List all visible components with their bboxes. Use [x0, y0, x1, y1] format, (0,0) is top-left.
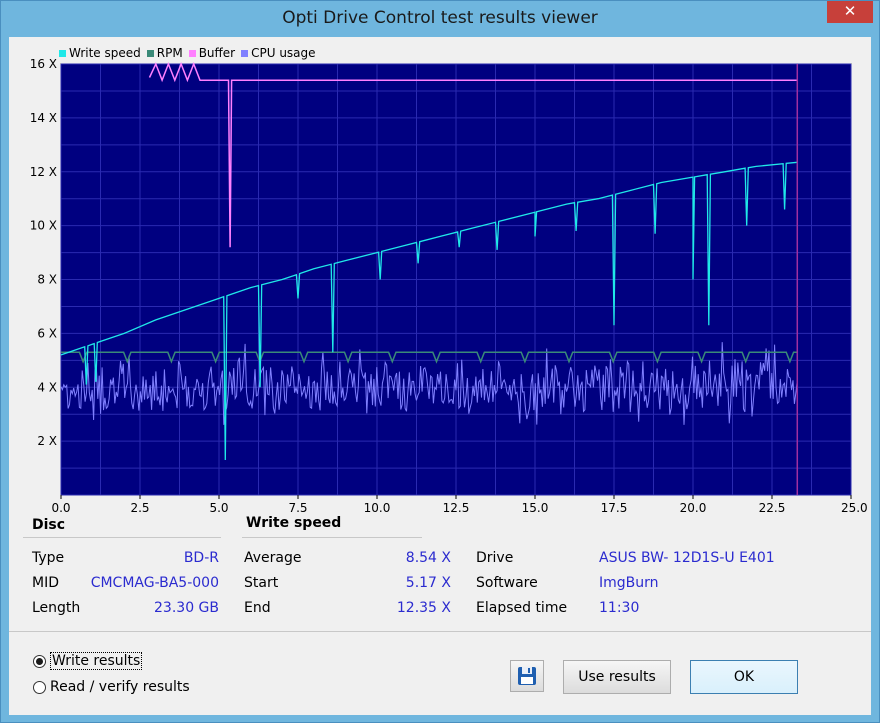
legend-label-cpu-usage: CPU usage [251, 46, 316, 60]
legend-swatch-buffer [188, 49, 196, 57]
close-button[interactable]: ✕ [827, 1, 873, 23]
x-tick-label: 5.0 [209, 501, 228, 515]
window-title: Opti Drive Control test results viewer [282, 8, 598, 28]
x-tick-label: 2.5 [130, 501, 149, 515]
y-tick-label: 8 X [37, 273, 57, 287]
drive-label: Drive [476, 550, 514, 566]
y-tick-label: 4 X [37, 380, 57, 394]
average-value: 8.54 X [405, 550, 451, 566]
legend-item-write-speed: Write speed [59, 46, 141, 60]
elapsed-time-label: Elapsed time [476, 600, 568, 616]
write-speed-divider [242, 537, 422, 538]
disc-type-value: BD-R [183, 550, 219, 566]
write-results-radio-dot[interactable] [33, 654, 46, 668]
software-value: ImgBurn [599, 575, 659, 591]
disc-length-value: 23.30 GB [154, 600, 219, 616]
save-button[interactable] [510, 660, 544, 692]
write-results-label[interactable]: Write results [50, 652, 143, 670]
drive-value: ASUS BW- 12D1S-U E401 [599, 550, 775, 566]
read-verify-results-radio[interactable]: Read / verify results [33, 679, 190, 695]
legend-item-rpm: RPM [146, 46, 183, 60]
chart-legend: Write speed RPM Buffer CPU usage [59, 46, 316, 60]
legend-item-buffer: Buffer [188, 46, 236, 60]
disc-mid-value: CMCMAG-BA5-000 [90, 575, 219, 591]
x-tick-label: 15.0 [522, 501, 549, 515]
x-tick-label: 0.0 [51, 501, 70, 515]
legend-item-cpu-usage: CPU usage [241, 46, 316, 60]
legend-swatch-cpu-usage [241, 49, 249, 57]
legend-swatch-write-speed [59, 49, 66, 57]
x-tick-label: 20.0 [680, 501, 707, 515]
y-tick-label: 6 X [37, 326, 57, 340]
legend-label-rpm: RPM [156, 46, 183, 60]
x-tick-label: 17.5 [601, 501, 628, 515]
legend-label-buffer: Buffer [198, 46, 236, 60]
x-tick-label: 7.5 [288, 501, 307, 515]
disc-mid-label: MID [32, 575, 59, 591]
disc-heading: Disc [32, 517, 66, 533]
y-tick-label: 16 X [30, 57, 57, 71]
y-tick-label: 12 X [30, 165, 57, 179]
disc-length-label: Length [32, 600, 81, 616]
title-bar[interactable]: Opti Drive Control test results viewer ✕ [1, 1, 879, 37]
elapsed-time-value: 11:30 [599, 600, 640, 616]
read-verify-radio-dot[interactable] [33, 680, 46, 694]
x-tick-label: 25.0 GB [841, 501, 871, 515]
x-tick-label: 10.0 [364, 501, 391, 515]
x-tick-label: 22.5 [759, 501, 786, 515]
y-tick-label: 10 X [30, 219, 57, 233]
disc-type-label: Type [32, 550, 65, 566]
write-results-radio[interactable]: Write results [33, 652, 143, 670]
app-window: Opti Drive Control test results viewer ✕… [0, 0, 880, 723]
floppy-disk-icon [518, 667, 536, 685]
y-tick-label: 14 X [30, 111, 57, 125]
chart-area: 0.0 2.5 5.0 7.5 10.0 12.5 15.0 17.5 20.0 22.5 25.0… [9, 37, 871, 515]
use-results-button[interactable]: Use results [563, 660, 671, 694]
start-value: 5.17 X [405, 575, 451, 591]
legend-swatch-rpm [146, 49, 154, 57]
end-label: End [244, 600, 271, 616]
ok-button[interactable]: OK [690, 660, 798, 694]
x-tick-label: 12.5 [443, 501, 470, 515]
disc-divider [23, 537, 221, 538]
read-verify-results-label[interactable]: Read / verify results [50, 679, 190, 695]
legend-label-write-speed: Write speed [69, 46, 141, 60]
client-area: 0.0 2.5 5.0 7.5 10.0 12.5 15.0 17.5 20.0 22.5 25.0… [9, 37, 871, 715]
y-tick-label: 2 X [37, 434, 57, 448]
write-speed-heading: Write speed [246, 515, 342, 531]
software-label: Software [476, 575, 538, 591]
bottom-panel: Write results Read / verify results Use … [9, 631, 871, 715]
end-value: 12.35 X [396, 600, 451, 616]
average-label: Average [244, 550, 302, 566]
start-label: Start [244, 575, 279, 591]
write-speed-chart: 0.0 2.5 5.0 7.5 10.0 12.5 15.0 17.5 20.0 22.5 25.0… [30, 57, 871, 515]
